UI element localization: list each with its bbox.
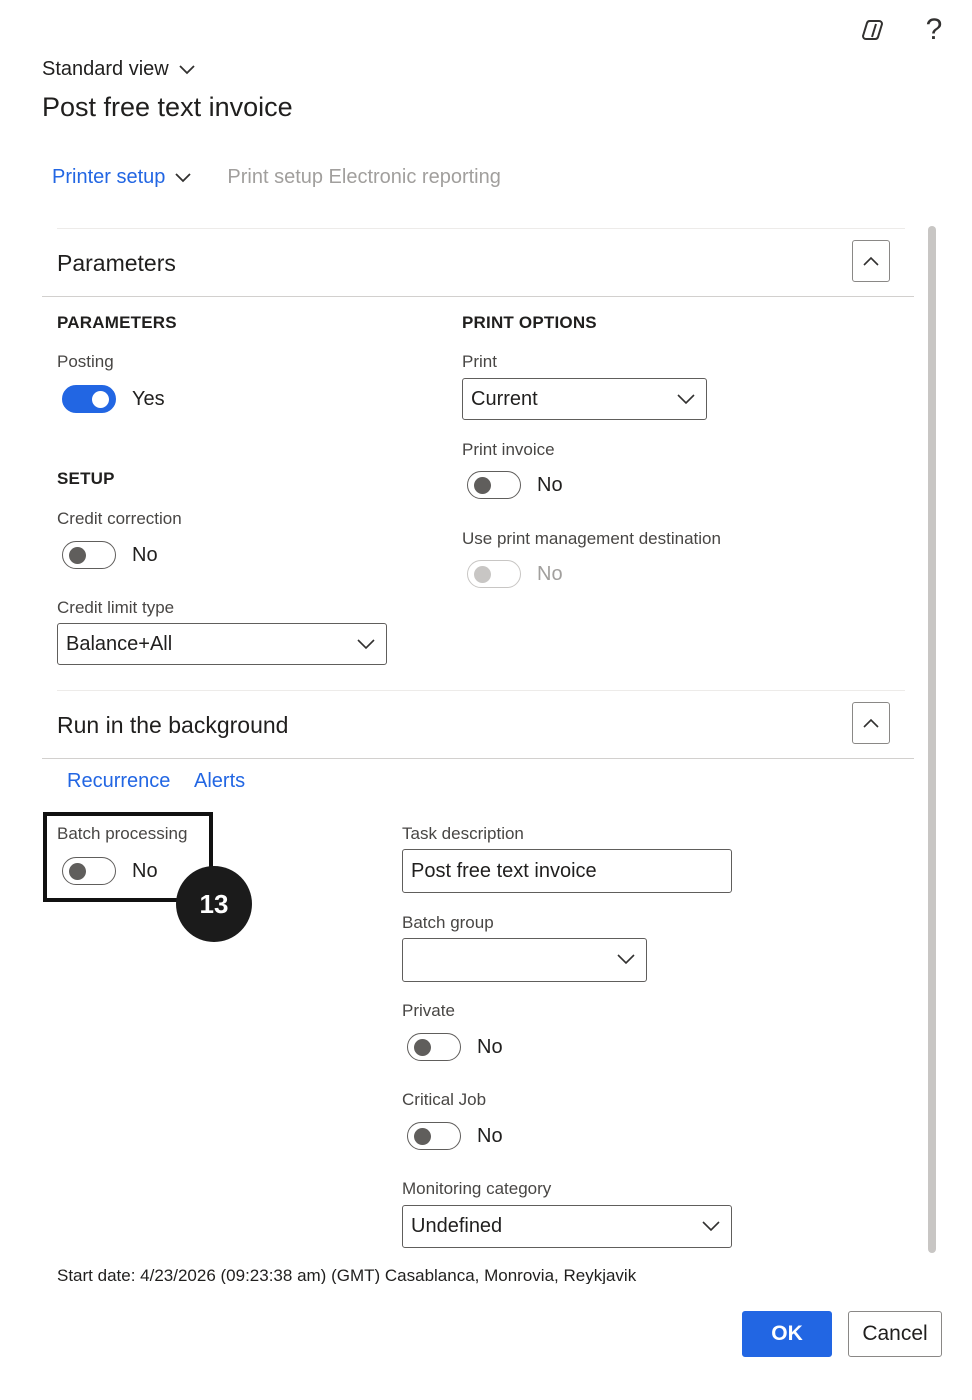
monitoring-category-value: Undefined xyxy=(411,1215,503,1237)
chevron-up-icon xyxy=(863,256,879,266)
critical-job-toggle[interactable] xyxy=(407,1122,461,1150)
collapse-background-button[interactable] xyxy=(852,702,890,744)
credit-correction-toggle[interactable] xyxy=(62,541,116,569)
posting-toggle-row: Yes xyxy=(62,385,165,413)
print-setup-er-button: Print setup Electronic reporting xyxy=(227,166,501,188)
credit-correction-label: Credit correction xyxy=(57,509,182,528)
private-toggle[interactable] xyxy=(407,1033,461,1061)
parameters-section-title: Parameters xyxy=(57,250,176,276)
view-label: Standard view xyxy=(42,58,169,80)
task-description-label: Task description xyxy=(402,824,524,843)
setup-group-heading: SETUP xyxy=(57,469,115,488)
cancel-button[interactable]: Cancel xyxy=(848,1311,942,1357)
posting-value: Yes xyxy=(132,387,165,410)
copilot-icon[interactable] xyxy=(857,12,893,48)
chevron-down-icon xyxy=(357,639,375,650)
section-divider xyxy=(57,690,905,691)
print-select[interactable]: Current xyxy=(462,378,707,420)
parameters-section-header[interactable]: Parameters xyxy=(42,230,914,297)
toggle-knob xyxy=(474,566,491,583)
chevron-down-icon xyxy=(179,64,195,74)
print-options-group-heading: PRINT OPTIONS xyxy=(462,313,597,332)
print-value: Current xyxy=(471,387,538,410)
toggle-knob xyxy=(92,391,109,408)
chevron-up-icon xyxy=(863,718,879,728)
critical-job-toggle-row: No xyxy=(407,1122,503,1150)
help-icon[interactable]: ? xyxy=(916,12,952,48)
critical-job-value: No xyxy=(477,1124,503,1147)
chevron-down-icon xyxy=(702,1221,720,1232)
use-print-mgmt-label: Use print management destination xyxy=(462,529,721,548)
use-print-mgmt-toggle-row: No xyxy=(467,560,563,588)
parameters-group-heading: PARAMETERS xyxy=(57,313,177,332)
step-badge: 13 xyxy=(176,866,252,942)
toggle-knob xyxy=(414,1128,431,1145)
credit-limit-type-select[interactable]: Balance+All xyxy=(57,623,387,665)
private-toggle-row: No xyxy=(407,1033,503,1061)
chevron-down-icon xyxy=(677,394,695,405)
recurrence-link[interactable]: Recurrence xyxy=(67,770,170,793)
background-section-header[interactable]: Run in the background xyxy=(42,692,914,759)
toggle-knob xyxy=(474,477,491,494)
print-invoice-toggle-row: No xyxy=(467,471,563,499)
toggle-knob xyxy=(414,1039,431,1056)
print-invoice-label: Print invoice xyxy=(462,440,555,459)
print-invoice-toggle[interactable] xyxy=(467,471,521,499)
credit-limit-type-label: Credit limit type xyxy=(57,598,175,617)
credit-correction-toggle-row: No xyxy=(62,541,158,569)
print-label: Print xyxy=(462,352,497,371)
credit-limit-type-value: Balance+All xyxy=(66,632,173,655)
posting-label: Posting xyxy=(57,352,114,371)
page-title: Post free text invoice xyxy=(42,92,293,122)
chevron-down-icon xyxy=(175,172,192,182)
posting-toggle[interactable] xyxy=(62,385,116,413)
action-toolbar: Printer setup Print setup Electronic rep… xyxy=(52,166,501,189)
printer-setup-label: Printer setup xyxy=(52,166,166,188)
batch-group-label: Batch group xyxy=(402,913,494,932)
section-divider xyxy=(57,228,905,229)
chevron-down-icon xyxy=(617,954,635,965)
print-invoice-value: No xyxy=(537,473,563,496)
toggle-knob xyxy=(69,547,86,564)
monitoring-category-label: Monitoring category xyxy=(402,1179,552,1198)
collapse-parameters-button[interactable] xyxy=(852,240,890,282)
printer-setup-button[interactable]: Printer setup xyxy=(52,166,193,189)
private-value: No xyxy=(477,1035,503,1058)
private-label: Private xyxy=(402,1001,455,1020)
scrollbar[interactable] xyxy=(928,226,936,1253)
background-section-title: Run in the background xyxy=(57,712,289,738)
monitoring-category-select[interactable]: Undefined xyxy=(402,1205,732,1248)
batch-group-select[interactable] xyxy=(402,938,647,982)
credit-correction-value: No xyxy=(132,543,158,566)
copilot-icon-graphic xyxy=(861,20,884,40)
task-description-input[interactable] xyxy=(402,849,732,893)
critical-job-label: Critical Job xyxy=(402,1090,487,1109)
help-glyph: ? xyxy=(925,13,943,46)
ok-button[interactable]: OK xyxy=(742,1311,832,1357)
use-print-mgmt-value: No xyxy=(537,562,563,585)
use-print-mgmt-toggle xyxy=(467,560,521,588)
view-selector[interactable]: Standard view xyxy=(42,58,197,81)
start-date-text: Start date: 4/23/2026 (09:23:38 am) (GMT… xyxy=(57,1266,637,1284)
alerts-link[interactable]: Alerts xyxy=(194,770,245,793)
